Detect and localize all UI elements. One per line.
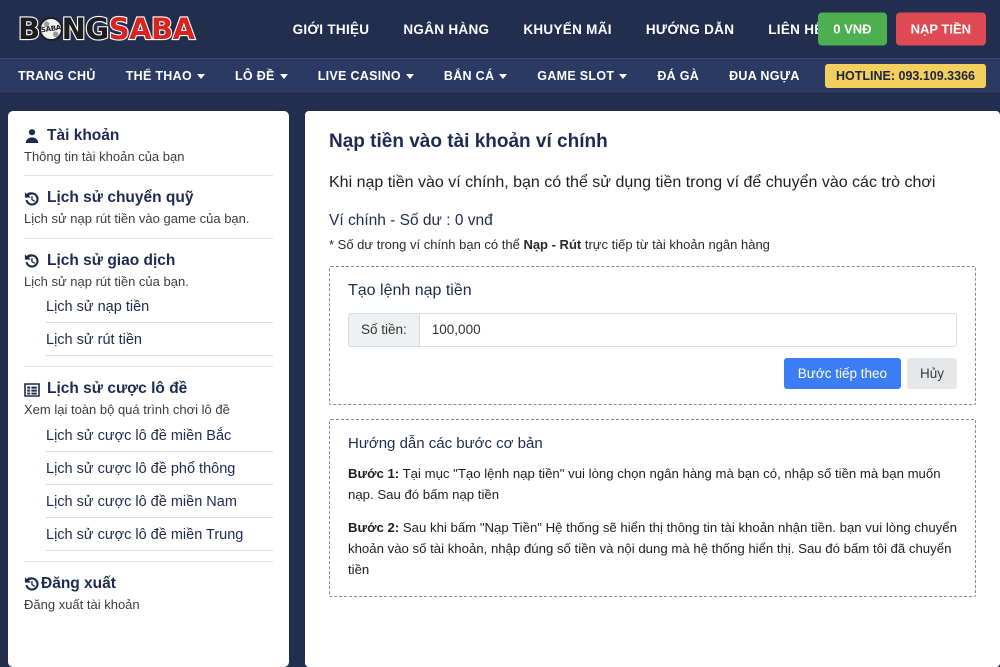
amount-input-group: Số tiền: bbox=[348, 312, 957, 347]
logo-text-ng: NG bbox=[61, 11, 111, 46]
sidebar-item-lich-su-chuyen-quy[interactable]: Lịch sử chuyển quỹ bbox=[24, 189, 273, 208]
hotline-badge[interactable]: HOTLINE: 093.109.3366 bbox=[825, 64, 986, 88]
nav-label-lo-de: LÔ ĐỀ bbox=[235, 69, 275, 83]
chevron-down-icon bbox=[197, 73, 205, 79]
sidebar-group-dang-xuat: Đăng xuất Đăng xuất tài khoản bbox=[24, 560, 273, 623]
intro-text: Khi nạp tiền vào ví chính, bạn có thể sử… bbox=[329, 174, 936, 191]
history-icon bbox=[24, 253, 40, 269]
guide-panel: Hướng dẫn các bước cơ bản Bước 1: Tại mụ… bbox=[329, 418, 976, 597]
wallet-note-suffix: trực tiếp từ tài khoản ngân hàng bbox=[581, 236, 770, 252]
amount-label: Số tiền: bbox=[348, 312, 419, 347]
guide-step-2: Bước 2: Sau khi bấm "Nạp Tiền" Hệ thống … bbox=[348, 517, 957, 581]
topnav-item-lien-he[interactable]: LIÊN HỆ bbox=[768, 22, 823, 37]
sidebar-item-dang-xuat[interactable]: Đăng xuất bbox=[24, 575, 273, 594]
nav-item-ban-ca[interactable]: BẮN CÁ bbox=[443, 69, 508, 83]
nav-item-da-ga[interactable]: ĐÁ GÀ bbox=[657, 69, 699, 83]
logout-icon bbox=[24, 576, 40, 592]
wallet-note-prefix: * Số dư trong ví chính bạn có thể bbox=[329, 236, 524, 252]
guide-step-2-label: Bước 2: bbox=[348, 519, 400, 535]
list-icon bbox=[24, 382, 40, 398]
nav-item-dua-ngua[interactable]: ĐUA NGỰA bbox=[729, 69, 800, 83]
deposit-form-actions: Bước tiếp theo Hủy bbox=[348, 357, 957, 389]
chevron-down-icon bbox=[619, 73, 628, 79]
topnav-item-khuyen-mai[interactable]: KHUYẾN MÃI bbox=[523, 22, 612, 37]
guide-step-2-text: Sau khi bấm "Nạp Tiền" Hệ thống sẽ hiển … bbox=[348, 519, 957, 578]
nav-item-live-casino[interactable]: LIVE CASINO bbox=[318, 69, 414, 83]
logo-ball-text: SABA bbox=[40, 23, 62, 34]
wallet-note: * Số dư trong ví chính bạn có thể Nạp - … bbox=[329, 237, 976, 252]
sidebar-item-tai-khoan[interactable]: Tài khoản bbox=[24, 127, 273, 146]
history-icon bbox=[24, 191, 40, 207]
sidebar-label-dang-xuat: Đăng xuất bbox=[41, 574, 116, 592]
guide-step-1: Bước 1: Tại mục "Tạo lệnh nạp tiền" vui … bbox=[348, 463, 957, 506]
next-step-button[interactable]: Bước tiếp theo bbox=[783, 357, 901, 389]
topnav-item-gioi-thieu[interactable]: GIỚI THIỆU bbox=[293, 22, 370, 37]
nav-item-the-thao[interactable]: THỂ THAO bbox=[126, 69, 205, 83]
main-content-card: Nạp tiền vào tài khoản ví chính Khi nạp … bbox=[305, 111, 1000, 667]
header-actions: 0 VNĐ NẠP TIỀN bbox=[818, 12, 986, 46]
user-icon bbox=[24, 128, 40, 144]
nav-label-live-casino: LIVE CASINO bbox=[317, 69, 401, 83]
sidebar-group-lich-su-giao-dich: Lịch sử giao dịch Lịch sử nạp rút tiền c… bbox=[24, 237, 273, 366]
nav-label-dua-ngua: ĐUA NGỰA bbox=[729, 69, 800, 83]
sidebar-item-lich-su-giao-dich[interactable]: Lịch sử giao dịch bbox=[24, 252, 273, 271]
sidebar-subitem-lo-de-mien-trung[interactable]: Lịch sử cược lô đề miền Trung bbox=[46, 527, 273, 551]
sidebar-desc-lich-su-giao-dich: Lịch sử nạp rút tiền của bạn. bbox=[24, 273, 189, 289]
main-nav-items: TRANG CHỦ THỂ THAO LÔ ĐỀ LIVE CASINO BẮN… bbox=[18, 69, 800, 83]
amount-input[interactable] bbox=[418, 312, 957, 347]
site-logo[interactable]: B SABA NG SABA bbox=[17, 11, 197, 46]
nav-label-trang-chu: TRANG CHỦ bbox=[18, 69, 96, 83]
topnav-item-huong-dan[interactable]: HƯỚNG DẪN bbox=[646, 22, 734, 37]
wallet-note-emphasis: Nạp - Rút bbox=[523, 236, 582, 252]
main-navigation-bar: TRANG CHỦ THỂ THAO LÔ ĐỀ LIVE CASINO BẮN… bbox=[0, 58, 1000, 94]
sidebar-desc-tai-khoan: Thông tin tài khoản của bạn bbox=[24, 148, 185, 164]
nav-item-lo-de[interactable]: LÔ ĐỀ bbox=[235, 69, 288, 83]
guide-step-1-text: Tại mục "Tạo lệnh nạp tiền" vui lòng chọ… bbox=[348, 465, 941, 503]
sidebar-subitem-lo-de-mien-bac[interactable]: Lịch sử cược lô đề miền Bắc bbox=[46, 428, 273, 452]
topnav-item-ngan-hang[interactable]: NGÂN HÀNG bbox=[403, 22, 489, 37]
guide-step-1-label: Bước 1: bbox=[348, 465, 400, 481]
nav-item-trang-chu[interactable]: TRANG CHỦ bbox=[18, 69, 96, 83]
top-navigation: GIỚI THIỆU NGÂN HÀNG KHUYẾN MÃI HƯỚNG DẪ… bbox=[293, 22, 824, 37]
sidebar-label-lich-su-chuyen-quy: Lịch sử chuyển quỹ bbox=[47, 189, 194, 207]
top-header-bar: B SABA NG SABA GIỚI THIỆU NGÂN HÀNG KHUY… bbox=[0, 0, 1000, 58]
sidebar-desc-lich-su-chuyen-quy: Lịch sử nạp rút tiền vào game của bạn. bbox=[24, 211, 250, 227]
logo-text-saba: SABA bbox=[108, 11, 197, 46]
chevron-down-icon bbox=[499, 73, 508, 79]
chevron-down-icon bbox=[279, 73, 288, 79]
nav-label-the-thao: THỂ THAO bbox=[125, 69, 192, 83]
sidebar-group-tai-khoan: Tài khoản Thông tin tài khoản của bạn bbox=[24, 127, 273, 175]
sidebar-group-lich-su-chuyen-quy: Lịch sử chuyển quỹ Lịch sử nạp rút tiền … bbox=[24, 175, 273, 237]
nav-label-game-slot: GAME SLOT bbox=[537, 69, 615, 83]
page-title: Nạp tiền vào tài khoản ví chính bbox=[329, 131, 608, 152]
sidebar-item-lich-su-cuoc-lo-de[interactable]: Lịch sử cược lô đề bbox=[24, 380, 273, 399]
guide-title: Hướng dẫn các bước cơ bản bbox=[348, 434, 543, 452]
deposit-form-panel: Tạo lệnh nạp tiền Số tiền: Bước tiếp the… bbox=[329, 265, 976, 405]
sidebar-label-tai-khoan: Tài khoản bbox=[47, 127, 120, 144]
deposit-button[interactable]: NẠP TIỀN bbox=[895, 12, 986, 46]
cancel-button[interactable]: Hủy bbox=[906, 357, 957, 389]
sidebar-subitem-lich-su-nap-tien[interactable]: Lịch sử nạp tiền bbox=[46, 299, 273, 324]
sidebar-group-lich-su-cuoc-lo-de: Lịch sử cược lô đề Xem lại toàn bộ quá t… bbox=[24, 366, 273, 560]
sidebar-desc-lich-su-cuoc-lo-de: Xem lại toàn bộ quá trình chơi lô đề bbox=[24, 402, 230, 418]
sidebar-label-lich-su-cuoc-lo-de: Lịch sử cược lô đề bbox=[47, 380, 188, 398]
balance-button[interactable]: 0 VNĐ bbox=[818, 12, 887, 46]
nav-item-game-slot[interactable]: GAME SLOT bbox=[537, 69, 628, 83]
nav-label-da-ga: ĐÁ GÀ bbox=[657, 69, 700, 83]
page-body: Tài khoản Thông tin tài khoản của bạn Lị… bbox=[0, 94, 1000, 667]
sidebar-label-lich-su-giao-dich: Lịch sử giao dịch bbox=[47, 251, 176, 269]
account-sidebar: Tài khoản Thông tin tài khoản của bạn Lị… bbox=[8, 111, 289, 667]
wallet-balance-line: Ví chính - Số dư : 0 vnđ bbox=[329, 211, 493, 229]
logo-text-b: B bbox=[17, 11, 41, 46]
chevron-down-icon bbox=[405, 73, 414, 79]
soccer-ball-icon: SABA bbox=[38, 17, 63, 41]
sidebar-subitem-lich-su-rut-tien[interactable]: Lịch sử rút tiền bbox=[46, 332, 273, 357]
nav-label-ban-ca: BẮN CÁ bbox=[443, 69, 495, 83]
sidebar-subitem-lo-de-mien-nam[interactable]: Lịch sử cược lô đề miền Nam bbox=[46, 494, 273, 518]
deposit-form-title: Tạo lệnh nạp tiền bbox=[348, 281, 472, 299]
sidebar-desc-dang-xuat: Đăng xuất tài khoản bbox=[24, 596, 140, 612]
sidebar-subitem-lo-de-pho-thong[interactable]: Lịch sử cược lô đề phổ thông bbox=[46, 461, 273, 485]
